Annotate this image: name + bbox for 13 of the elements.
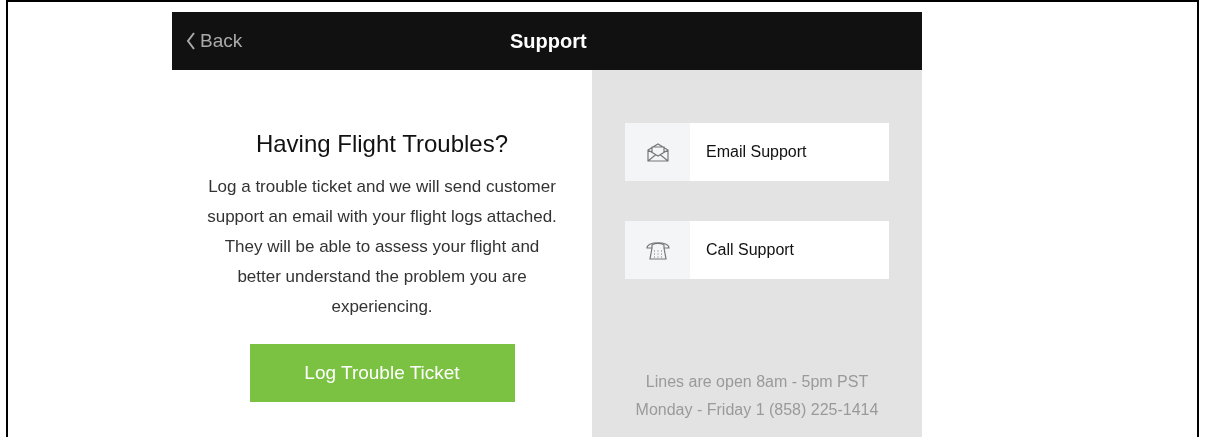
envelope-icon — [646, 142, 669, 162]
hours-text: Monday - Friday 1 (858) 225-1414 — [635, 400, 879, 420]
contact-option[interactable]: Email Support — [625, 123, 889, 181]
contact-option[interactable]: Call Support — [625, 221, 889, 279]
chevron-left-icon — [186, 32, 196, 50]
description: Log a trouble ticket and we will send customer support an email with your flight logs attached. They will be able to assess your flight and better understand the problem you are experiencing. — [206, 176, 558, 318]
telephone-icon — [644, 239, 671, 261]
page-title: Support — [510, 29, 587, 54]
contact-label: Call Support — [706, 240, 795, 260]
back-button[interactable]: Back — [186, 26, 243, 56]
hours-text: Lines are open 8am - 5pm PST — [645, 372, 869, 392]
contact-label: Email Support — [706, 142, 807, 162]
heading: Having Flight Troubles? — [255, 129, 509, 159]
